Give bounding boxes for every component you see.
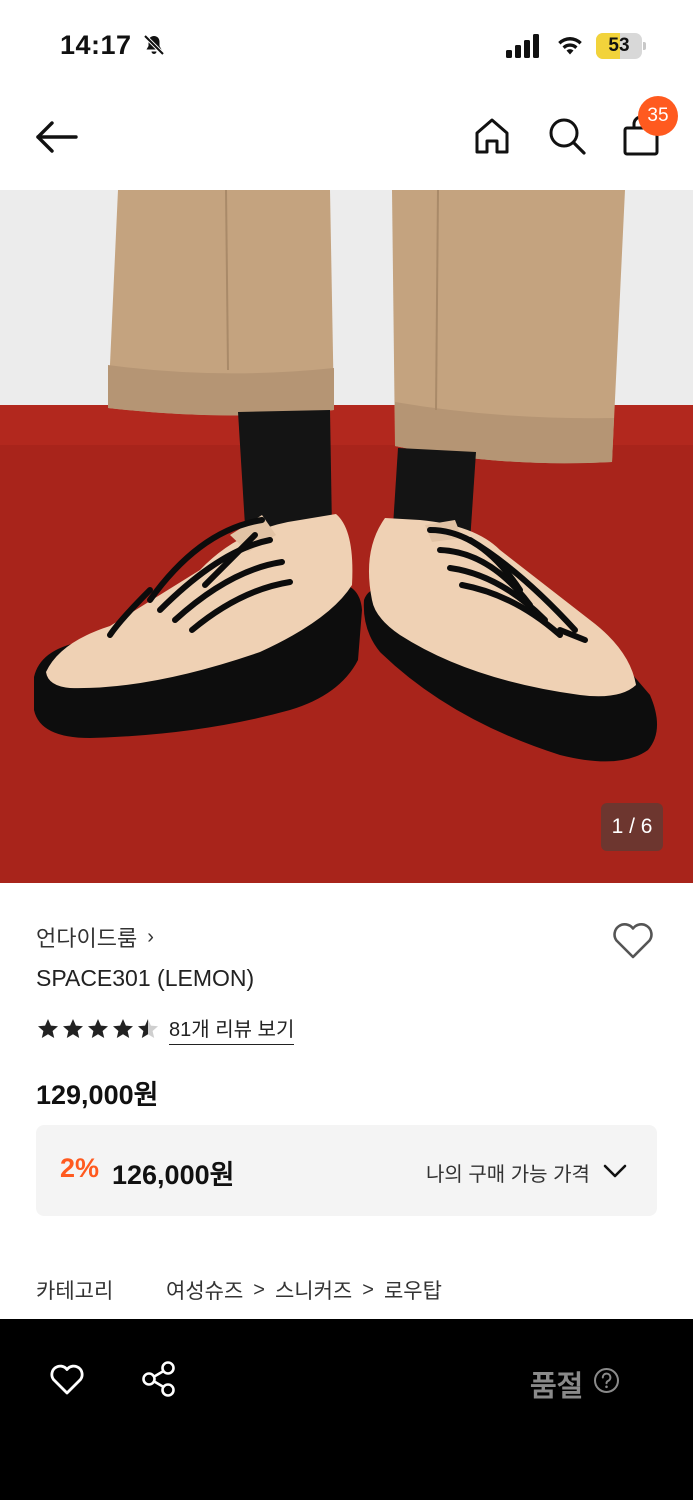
cellular-signal-icon [506,34,542,58]
heart-icon[interactable] [48,1361,86,1397]
discount-rate: 2% [60,1153,100,1183]
brand-name: 언다이드룸 [36,926,138,951]
category-crumb[interactable]: 여성슈즈 [166,1275,243,1305]
product-info: 언다이드룸 › SPACE301 (LEMON) 81개 리뷰 보기 129,0… [0,883,693,1319]
original-price: 129,000원 [36,1080,159,1110]
home-icon[interactable] [470,114,514,158]
share-icon[interactable] [140,1360,178,1398]
wifi-icon [555,33,585,57]
top-nav [0,90,693,190]
review-link[interactable]: 81개 리뷰 보기 [169,1013,295,1045]
star-icon [38,1019,58,1038]
category-crumb[interactable]: 로우탑 [384,1275,442,1305]
my-price-label: 나의 구매 가능 가격 [426,1164,590,1186]
search-icon[interactable] [545,114,589,158]
star-icon [113,1019,133,1038]
status-bar: 14:17 53 [0,0,693,90]
status-time: 14:17 [60,30,132,60]
wishlist-heart-icon[interactable] [610,919,656,961]
rating-row: 81개 리뷰 보기 [36,1013,295,1045]
battery-icon: 53 [596,33,646,59]
sale-price: 126,000원 [112,1160,235,1190]
bell-slash-icon [142,33,166,57]
star-icon [63,1019,83,1038]
star-icon [88,1019,108,1038]
category-row: 카테고리 여성슈즈 > 스니커즈 > 로우탑 [36,1275,442,1305]
chevron-down-icon[interactable] [602,1158,628,1184]
brand-link[interactable]: 언다이드룸 › [36,921,154,953]
product-name: SPACE301 (LEMON) [36,965,255,991]
breadcrumb-separator: > [253,1278,265,1301]
image-counter: 1 / 6 [601,803,663,851]
arrow-left-icon[interactable] [32,116,80,158]
battery-level: 53 [608,35,630,56]
category-crumb[interactable]: 스니커즈 [275,1275,352,1305]
question-circle-icon[interactable] [593,1367,620,1394]
star-icon [138,1019,158,1038]
breadcrumb-separator: > [362,1278,374,1301]
cart-count-badge: 35 [638,96,678,136]
product-image[interactable]: 1 / 6 [0,190,693,883]
my-price-box[interactable]: 2% 126,000원 나의 구매 가능 가격 [36,1125,657,1216]
sold-out-status: 품절 [530,1371,584,1403]
chevron-right-icon: › [147,925,154,948]
category-label: 카테고리 [36,1280,114,1303]
rating-stars [36,1017,161,1041]
bottom-action-bar: 품절 [0,1319,693,1500]
